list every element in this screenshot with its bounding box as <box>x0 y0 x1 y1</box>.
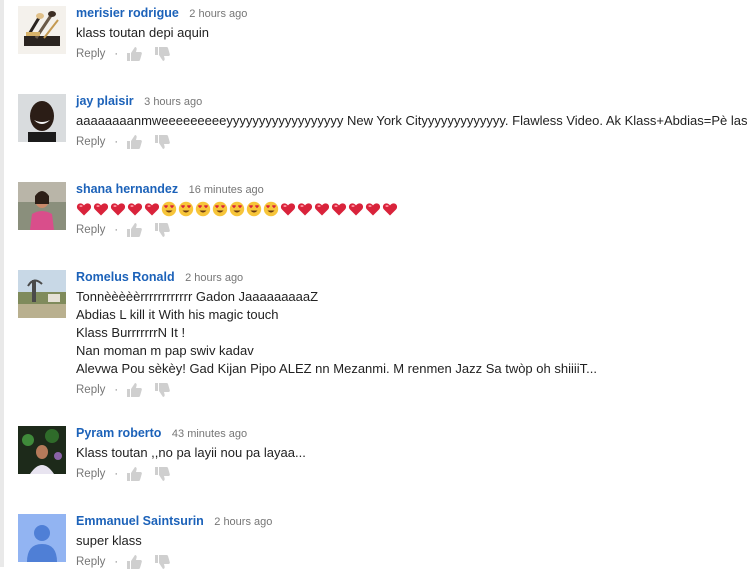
comment-line: Tonnèèèèèrrrrrrrrrrrr Gadon JaaaaaaaaaZ <box>76 289 319 304</box>
heart-emoji-icon <box>297 203 313 216</box>
heart-eyes-emoji-icon <box>161 201 177 217</box>
reply-button[interactable]: Reply <box>76 45 105 63</box>
thumbs-down-icon[interactable] <box>154 46 170 62</box>
comment-text: aaaaaaaanmweeeeeeeeeyyyyyyyyyyyyyyyyyy N… <box>76 112 748 130</box>
comment-text: Klass toutan ,,no pa layii nou pa layaa.… <box>76 444 748 462</box>
reply-button[interactable]: Reply <box>76 465 105 483</box>
avatar[interactable] <box>18 426 66 474</box>
comment-text <box>76 200 748 218</box>
woman-photo <box>18 182 66 230</box>
heart-eyes-emoji-icon <box>246 201 262 217</box>
reply-button[interactable]: Reply <box>76 381 105 399</box>
thumbs-up-icon[interactable] <box>126 382 142 398</box>
thumbs-up-icon[interactable] <box>126 222 142 238</box>
smiling-man-photo <box>18 94 66 142</box>
heart-emoji-icon <box>76 203 92 216</box>
comment-actions: Reply · <box>76 45 748 63</box>
thumbs-down-icon[interactable] <box>154 382 170 398</box>
avatar[interactable] <box>18 6 66 54</box>
heart-emoji-icon <box>144 203 160 216</box>
comment-item: merisier rodrigue 2 hours ago klass tout… <box>18 4 748 74</box>
heart-eyes-emoji-icon <box>263 201 279 217</box>
thumbs-down-icon[interactable] <box>154 222 170 238</box>
avatar[interactable] <box>18 94 66 142</box>
left-border <box>0 0 4 567</box>
comment-line: aaaaaaaanmweeeeeeeeeyyyyyyyyyyyyyyyyyy N… <box>76 113 748 128</box>
thumbs-up-icon[interactable] <box>126 554 142 570</box>
heart-emoji-icon <box>382 203 398 216</box>
thumbs-down-icon[interactable] <box>154 134 170 150</box>
separator-dot: · <box>114 384 119 396</box>
avatar[interactable] <box>18 182 66 230</box>
separator-dot: · <box>114 468 119 480</box>
heart-eyes-emoji-icon <box>195 201 211 217</box>
thumbs-down-icon[interactable] <box>154 466 170 482</box>
thumbs-up-icon[interactable] <box>126 46 142 62</box>
comment-actions: Reply · <box>76 465 748 483</box>
reply-button[interactable]: Reply <box>76 553 105 571</box>
party-photo <box>18 426 66 474</box>
comment-author[interactable]: Emmanuel Saintsurin <box>76 514 204 528</box>
comment-text: klass toutan depi aquin <box>76 24 748 42</box>
reply-button[interactable]: Reply <box>76 221 105 239</box>
comment-author[interactable]: merisier rodrigue <box>76 6 179 20</box>
heart-emoji-icon <box>331 203 347 216</box>
comment-timestamp[interactable]: 2 hours ago <box>214 516 272 528</box>
comment-actions: Reply · <box>76 221 748 239</box>
comment-text: super klass <box>76 532 748 550</box>
comment-timestamp[interactable]: 2 hours ago <box>185 272 243 284</box>
thumbs-up-icon[interactable] <box>126 134 142 150</box>
comment-item: Romelus Ronald 2 hours ago Tonnèèèèèrrrr… <box>18 268 748 408</box>
comment-item: Emmanuel Saintsurin 2 hours ago super kl… <box>18 512 748 569</box>
separator-dot: · <box>114 48 119 60</box>
heart-emoji-icon <box>348 203 364 216</box>
comment-line: Klass BurrrrrrrN It ! <box>76 325 186 340</box>
comment-author[interactable]: Pyram roberto <box>76 426 161 440</box>
comment-author[interactable]: jay plaisir <box>76 94 134 108</box>
heart-eyes-emoji-icon <box>178 201 194 217</box>
comment-actions: Reply · <box>76 381 748 399</box>
heart-emoji-icon <box>110 203 126 216</box>
heart-emoji-icon <box>127 203 143 216</box>
comment-text: Tonnèèèèèrrrrrrrrrrrr Gadon JaaaaaaaaaZ … <box>76 288 748 378</box>
comment-actions: Reply · <box>76 133 748 151</box>
heart-emoji-icon <box>314 203 330 216</box>
comment-item: Pyram roberto 43 minutes ago Klass touta… <box>18 424 748 494</box>
comment-author[interactable]: Romelus Ronald <box>76 270 175 284</box>
default-user-avatar <box>18 514 66 562</box>
separator-dot: · <box>114 136 119 148</box>
comment-timestamp[interactable]: 3 hours ago <box>144 96 202 108</box>
comment-timestamp[interactable]: 43 minutes ago <box>172 428 247 440</box>
avatar[interactable] <box>18 514 66 562</box>
reply-button[interactable]: Reply <box>76 133 105 151</box>
heart-emoji-icon <box>280 203 296 216</box>
comment-line: Alevwa Pou sèkèy! Gad Kijan Pipo ALEZ nn… <box>76 361 597 376</box>
comment-actions: Reply · <box>76 553 748 571</box>
comment-line: Nan moman m pap swiv kadav <box>76 343 254 358</box>
comment-line: super klass <box>76 533 142 548</box>
heart-eyes-emoji-icon <box>212 201 228 217</box>
comment-item: shana hernandez 16 minutes ago Reply · <box>18 180 748 250</box>
comment-author[interactable]: shana hernandez <box>76 182 178 196</box>
avatar[interactable] <box>18 270 66 318</box>
makeup-brushes-photo <box>18 6 66 54</box>
comment-timestamp[interactable]: 2 hours ago <box>189 8 247 20</box>
landscape-photo <box>18 270 66 318</box>
thumbs-down-icon[interactable] <box>154 554 170 570</box>
heart-emoji-icon <box>365 203 381 216</box>
heart-eyes-emoji-icon <box>229 201 245 217</box>
comment-item: jay plaisir 3 hours ago aaaaaaaanmweeeee… <box>18 92 748 162</box>
comment-line: Klass toutan ,,no pa layii nou pa layaa.… <box>76 445 306 460</box>
comment-line: klass toutan depi aquin <box>76 25 209 40</box>
separator-dot: · <box>114 224 119 236</box>
comment-timestamp[interactable]: 16 minutes ago <box>189 184 264 196</box>
thumbs-up-icon[interactable] <box>126 466 142 482</box>
separator-dot: · <box>114 556 119 568</box>
heart-emoji-icon <box>93 203 109 216</box>
comment-line: Abdias L kill it With his magic touch <box>76 307 279 322</box>
